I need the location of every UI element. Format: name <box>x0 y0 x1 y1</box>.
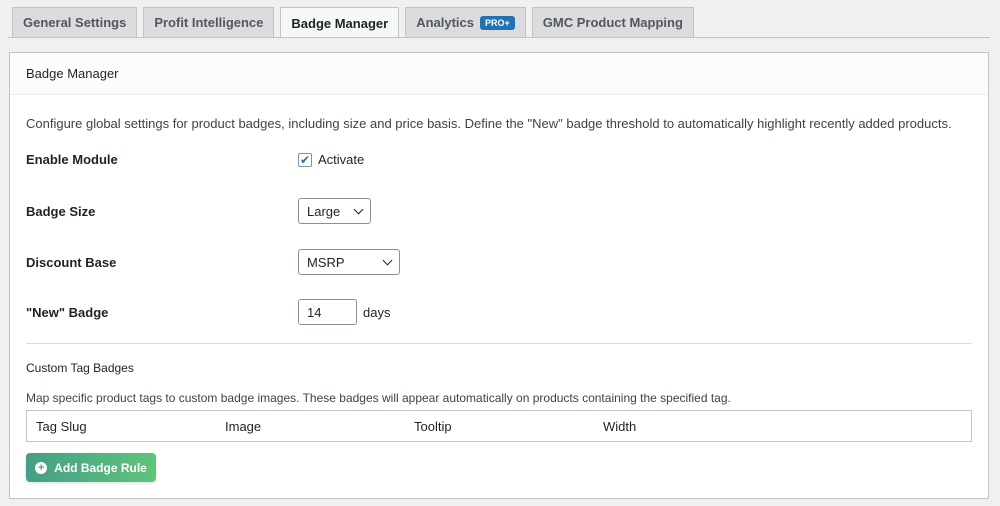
card-description: Configure global settings for product ba… <box>26 116 952 131</box>
discount-base-label: Discount Base <box>26 254 117 270</box>
new-badge-label: "New" Badge <box>26 304 109 320</box>
add-badge-rule-label: Add Badge Rule <box>54 460 147 475</box>
activate-label[interactable]: Activate <box>318 152 364 167</box>
tab-bar: General Settings Profit Intelligence Bad… <box>12 7 694 38</box>
tab-label: Badge Manager <box>291 15 389 31</box>
tab-label: Analytics <box>416 15 475 30</box>
tab-gmc-product-mapping[interactable]: GMC Product Mapping <box>531 7 694 37</box>
chevron-down-icon <box>353 204 364 214</box>
custom-tag-badges-title: Custom Tag Badges <box>26 361 134 375</box>
badge-size-select[interactable]: Large <box>298 198 371 224</box>
pro-badge: PRO+ <box>480 15 515 30</box>
enable-module-row: Enable Module ✔ Activate <box>26 152 364 167</box>
activate-checkbox[interactable]: ✔ <box>298 152 312 167</box>
badge-size-value: Large <box>307 203 341 219</box>
new-badge-row: "New" Badge 14 days <box>26 299 390 325</box>
enable-module-label: Enable Module <box>26 152 118 167</box>
card-title: Badge Manager <box>10 53 988 95</box>
add-badge-rule-button[interactable]: + Add Badge Rule <box>26 453 156 482</box>
badge-size-label: Badge Size <box>26 203 96 219</box>
plus-circle-icon: + <box>35 461 48 474</box>
tab-analytics[interactable]: Analytics PRO+ <box>405 7 526 37</box>
tab-profit-intelligence[interactable]: Profit Intelligence <box>143 7 275 37</box>
discount-base-value: MSRP <box>307 254 345 270</box>
tab-label: GMC Product Mapping <box>542 15 683 30</box>
tab-label: General Settings <box>23 15 127 30</box>
new-badge-days-value: 14 <box>307 304 322 320</box>
tab-label: Profit Intelligence <box>154 15 264 30</box>
column-width: Width <box>603 418 637 434</box>
days-unit: days <box>363 304 391 320</box>
new-badge-days-input[interactable]: 14 <box>298 299 357 325</box>
tab-divider <box>8 37 990 38</box>
badge-rules-table-header: Tag Slug Image Tooltip Width <box>26 410 972 442</box>
divider <box>26 343 972 344</box>
tab-badge-manager[interactable]: Badge Manager <box>280 7 400 38</box>
badge-manager-card: Badge Manager Configure global settings … <box>9 52 989 499</box>
column-image: Image <box>225 418 262 434</box>
column-tag-slug: Tag Slug <box>36 418 87 434</box>
column-tooltip: Tooltip <box>414 418 452 434</box>
custom-tag-badges-description: Map specific product tags to custom badg… <box>26 391 731 405</box>
discount-base-row: Discount Base MSRP <box>26 249 400 275</box>
discount-base-select[interactable]: MSRP <box>298 249 400 275</box>
tab-general-settings[interactable]: General Settings <box>12 7 138 37</box>
chevron-down-icon <box>382 255 393 265</box>
badge-size-row: Badge Size Large <box>26 198 371 224</box>
